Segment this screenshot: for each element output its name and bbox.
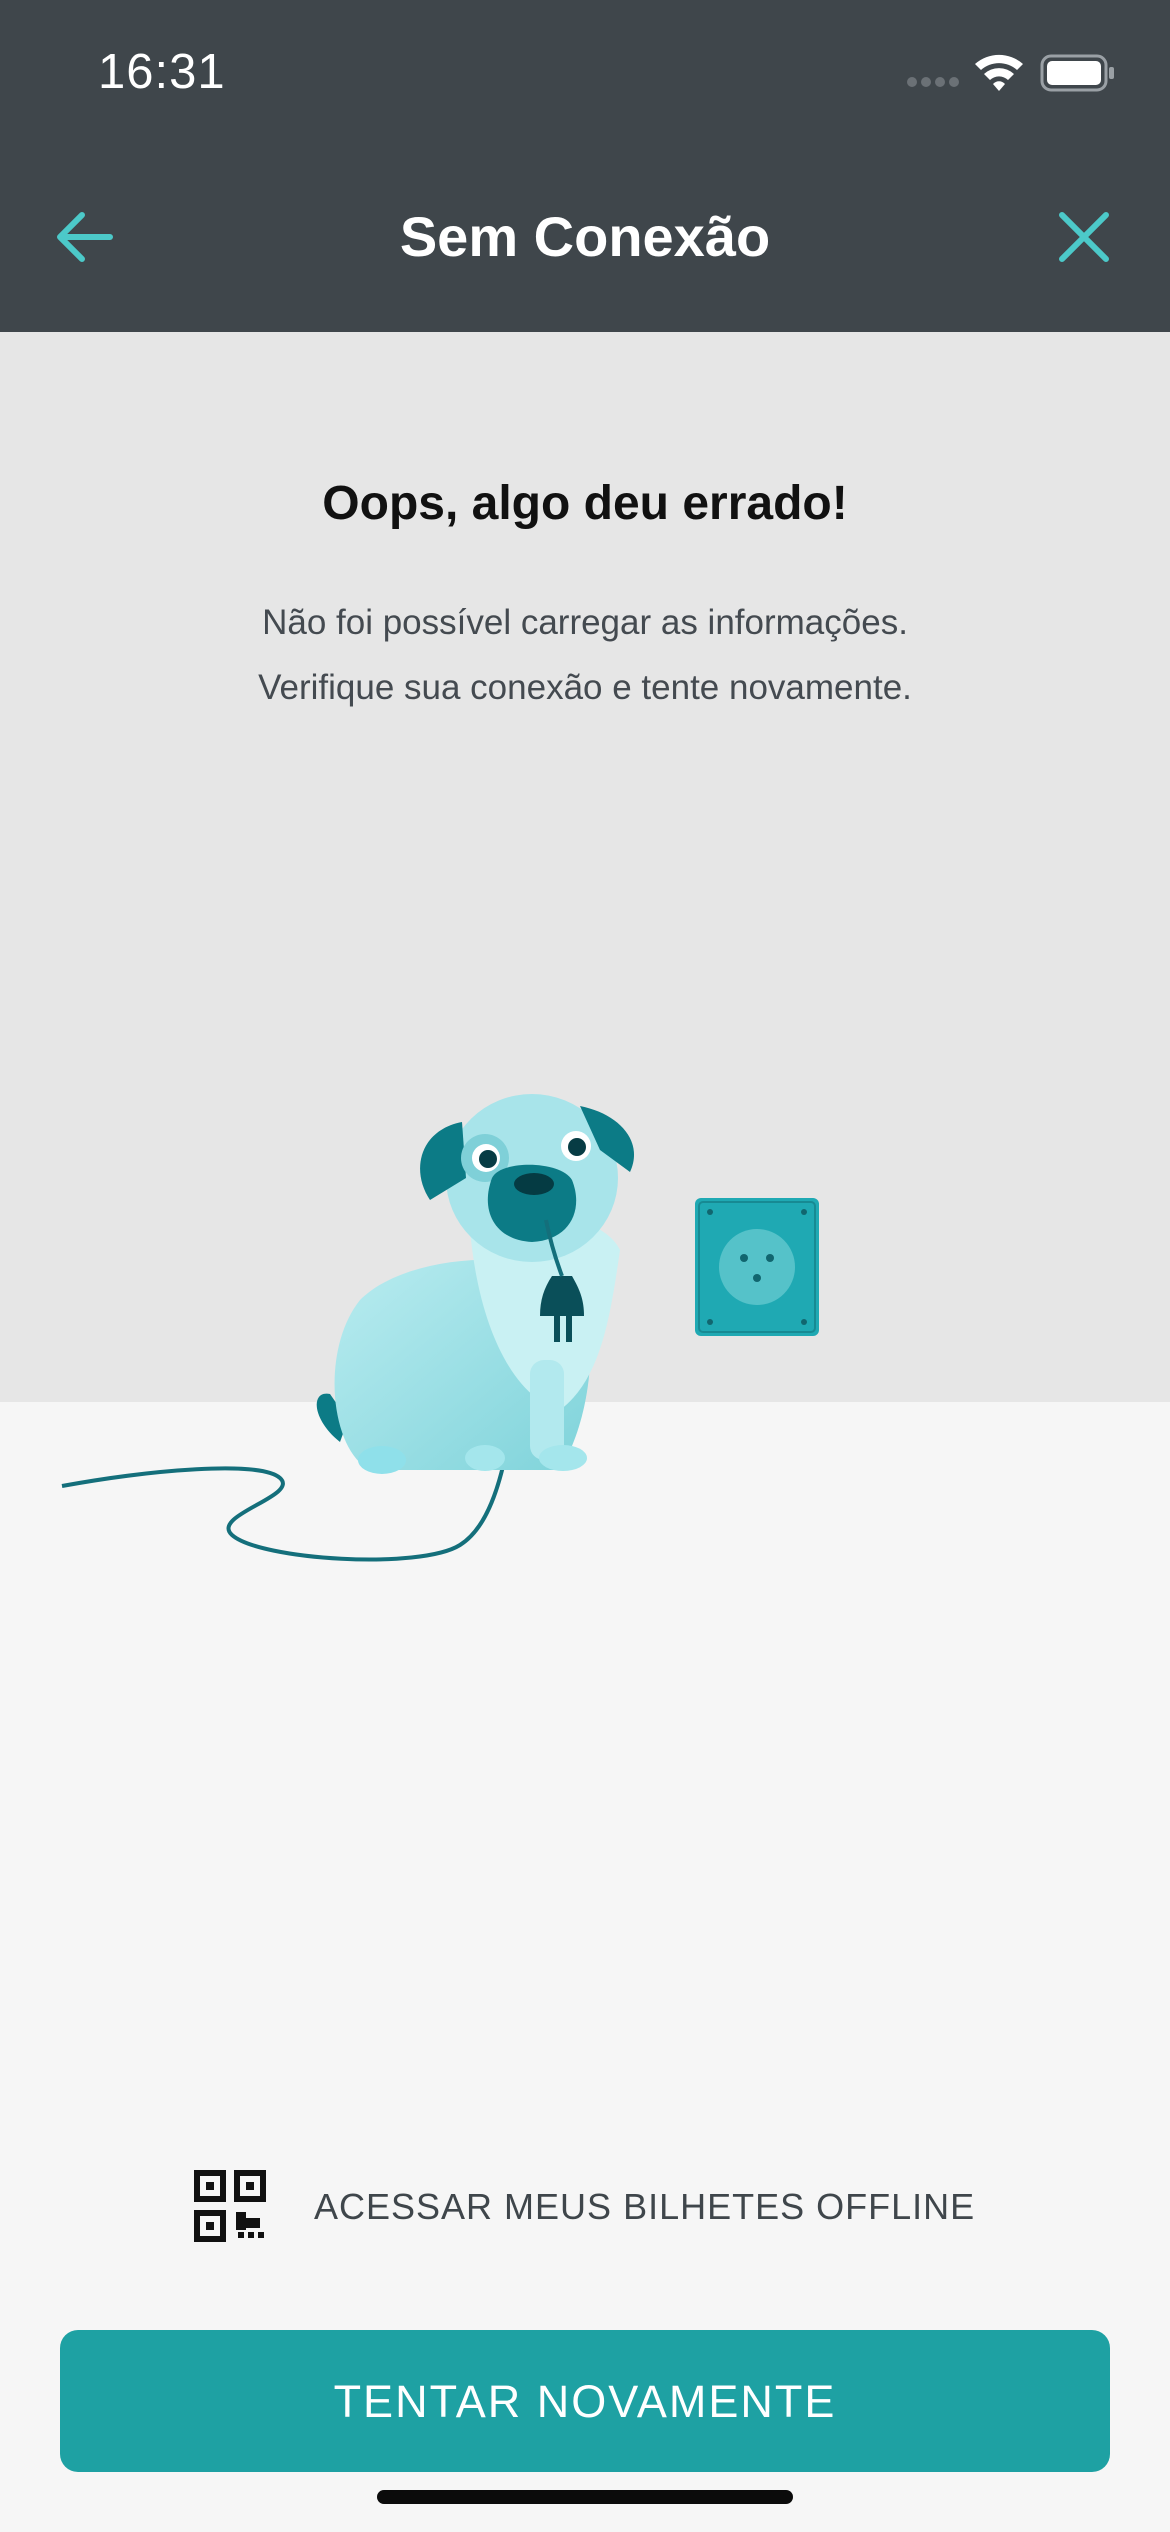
nav-bar: Sem Conexão [0,150,1170,332]
error-message-line-2: Verifique sua conexão e tente novamente. [258,668,912,707]
error-message-line-1: Não foi possível carregar as informações… [262,603,908,642]
close-icon [1059,212,1109,262]
qr-code-icon [194,2170,266,2242]
status-bar: 16:31 [0,0,1170,150]
page-title: Sem Conexão [399,205,771,268]
retry-button-label: TENTAR NOVAMENTE [333,2376,837,2427]
unplugged-dog-illustration [61,1094,819,1562]
status-time: 16:31 [98,45,226,99]
battery-icon [1040,54,1114,92]
offline-tickets-link[interactable]: ACESSAR MEUS BILHETES OFFLINE [194,2170,994,2244]
wifi-icon [975,54,1023,91]
home-indicator [377,2490,793,2504]
error-heading: Oops, algo deu errado! [322,477,848,530]
retry-button[interactable]: TENTAR NOVAMENTE [60,2330,1110,2472]
signal-icon [907,77,959,87]
offline-tickets-label: ACESSAR MEUS BILHETES OFFLINE [314,2186,976,2227]
close-button[interactable] [1048,201,1120,273]
error-message: Não foi possível carregar as informações… [0,590,1170,720]
